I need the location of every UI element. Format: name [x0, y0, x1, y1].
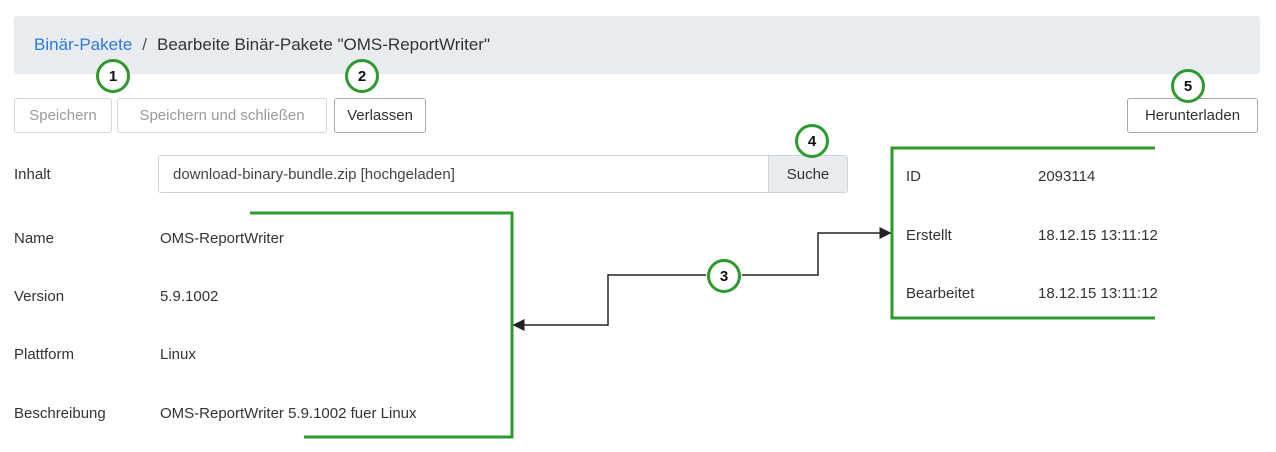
callout-4: 4 — [795, 124, 829, 158]
connector-arrow-left — [512, 274, 706, 331]
annotation-overlay — [250, 146, 1155, 439]
callout-2: 2 — [345, 59, 379, 93]
callout-3: 3 — [707, 259, 741, 293]
left-annotation-bracket — [250, 211, 514, 439]
callout-5: 5 — [1171, 69, 1205, 103]
connector-arrow-right — [742, 227, 892, 276]
right-annotation-bracket — [890, 146, 1155, 320]
callout-1: 1 — [96, 59, 130, 93]
